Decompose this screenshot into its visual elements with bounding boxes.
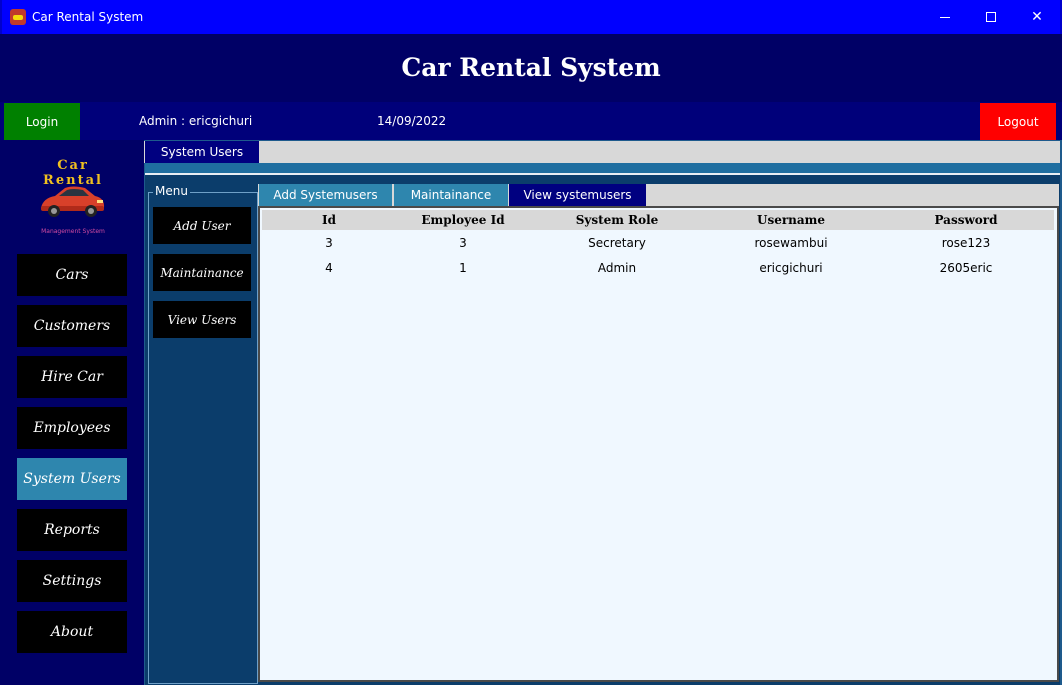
panel-band — [145, 163, 1060, 173]
cell-password[interactable]: 2605eric — [878, 255, 1054, 280]
column-header-employee-id[interactable]: Employee Id — [396, 210, 530, 230]
divider — [145, 173, 1060, 175]
sidebar-item-employees[interactable]: Employees — [17, 407, 127, 449]
users-table[interactable]: Id Employee Id System Role Username Pass… — [262, 210, 1054, 280]
info-bar: Login Admin : ericgichuri 14/09/2022 Log… — [0, 102, 1062, 140]
table-row[interactable]: 3 3 Secretary rosewambui rose123 — [262, 230, 1054, 255]
tab-add-systemusers[interactable]: Add Systemusers — [259, 184, 392, 206]
sidebar-item-system-users[interactable]: System Users — [17, 458, 127, 500]
car-rental-logo: Car Rental Management System — [33, 156, 113, 240]
sidebar-item-settings[interactable]: Settings — [17, 560, 127, 602]
column-header-system-role[interactable]: System Role — [530, 210, 704, 230]
tab-view-systemusers[interactable]: View systemusers — [509, 184, 646, 206]
view-users-button[interactable]: View Users — [153, 301, 251, 338]
cell-system-role[interactable]: Admin — [530, 255, 704, 280]
cell-username[interactable]: rosewambui — [704, 230, 878, 255]
sidebar-item-customers[interactable]: Customers — [17, 305, 127, 347]
tab-system-users[interactable]: System Users — [145, 141, 259, 163]
system-users-panel: Menu Add User Maintainance View Users Ad… — [145, 163, 1060, 685]
users-grid-panel: Id Employee Id System Role Username Pass… — [258, 206, 1059, 682]
close-button[interactable]: ✕ — [1014, 0, 1060, 34]
outer-tab-strip: System Users — [144, 141, 1060, 163]
logout-button[interactable]: Logout — [980, 103, 1056, 140]
window-title: Car Rental System — [32, 10, 144, 24]
page-title: Car Rental System — [0, 34, 1062, 102]
cell-password[interactable]: rose123 — [878, 230, 1054, 255]
maintainance-button[interactable]: Maintainance — [153, 254, 251, 291]
cell-id[interactable]: 4 — [262, 255, 396, 280]
admin-label: Admin : ericgichuri — [139, 114, 253, 128]
inner-tab-strip: Add Systemusers Maintainance View system… — [258, 184, 1059, 206]
cell-id[interactable]: 3 — [262, 230, 396, 255]
minimize-button[interactable] — [922, 0, 968, 34]
cell-system-role[interactable]: Secretary — [530, 230, 704, 255]
cell-username[interactable]: ericgichuri — [704, 255, 878, 280]
sidebar-item-cars[interactable]: Cars — [17, 254, 127, 296]
window-controls: ✕ — [922, 0, 1060, 34]
date-label: 14/09/2022 — [377, 114, 447, 128]
column-header-username[interactable]: Username — [704, 210, 878, 230]
logo-subtitle: Management System — [41, 228, 105, 235]
maximize-button[interactable] — [968, 0, 1014, 34]
maximize-icon — [986, 12, 996, 22]
table-row[interactable]: 4 1 Admin ericgichuri 2605eric — [262, 255, 1054, 280]
sidebar-item-reports[interactable]: Reports — [17, 509, 127, 551]
main-area: System Users Menu Add User Maintainance … — [144, 140, 1062, 685]
car-icon — [41, 186, 105, 217]
tab-maintainance[interactable]: Maintainance — [394, 184, 508, 206]
minimize-icon — [940, 16, 950, 18]
sidebar-item-hire-car[interactable]: Hire Car — [17, 356, 127, 398]
app-car-icon — [10, 9, 26, 25]
cell-employee-id[interactable]: 3 — [396, 230, 530, 255]
table-header-row: Id Employee Id System Role Username Pass… — [262, 210, 1054, 230]
column-header-id[interactable]: Id — [262, 210, 396, 230]
sidebar-item-about[interactable]: About — [17, 611, 127, 653]
close-icon: ✕ — [1031, 9, 1043, 25]
window-titlebar: Car Rental System ✕ — [0, 0, 1062, 34]
sidebar: Car Rental Management System Cars Custom… — [0, 140, 144, 685]
menu-legend: Menu — [153, 184, 190, 198]
add-user-button[interactable]: Add User — [153, 207, 251, 244]
column-header-password[interactable]: Password — [878, 210, 1054, 230]
login-button[interactable]: Login — [4, 103, 80, 140]
cell-employee-id[interactable]: 1 — [396, 255, 530, 280]
